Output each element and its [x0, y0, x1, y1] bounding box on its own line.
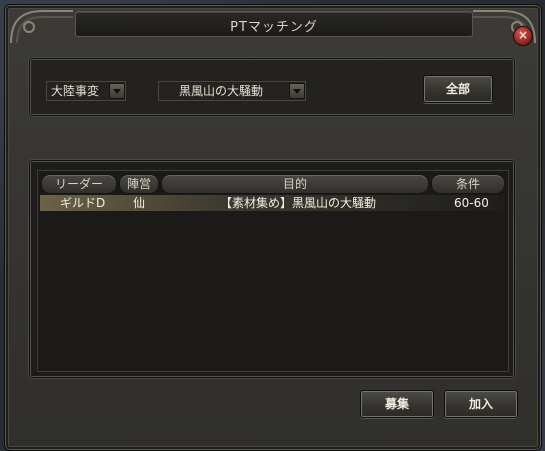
- join-button[interactable]: 加入: [444, 390, 518, 418]
- close-button[interactable]: ×: [513, 26, 533, 46]
- filter-panel: 大陸事変 黒風山の大騒動 全部: [29, 58, 515, 116]
- chevron-down-icon[interactable]: [109, 83, 125, 99]
- column-header-condition[interactable]: 条件: [431, 174, 505, 194]
- area-dropdown[interactable]: 黒風山の大騒動: [158, 81, 306, 101]
- table-row[interactable]: ギルドD 仙 【素材集め】黒風山の大騒動 60-60: [40, 195, 504, 211]
- close-icon: ×: [517, 28, 529, 42]
- region-dropdown[interactable]: 大陸事変: [46, 81, 126, 101]
- row-faction: 仙: [133, 196, 146, 210]
- row-purpose: 【素材集め】黒風山の大騒動: [220, 196, 377, 210]
- column-header-purpose[interactable]: 目的: [161, 174, 429, 194]
- chevron-down-icon[interactable]: [289, 83, 305, 99]
- row-condition: 60-60: [454, 196, 489, 210]
- column-header-faction[interactable]: 陣営: [119, 174, 159, 194]
- column-header-leader[interactable]: リーダー: [41, 174, 117, 194]
- all-button[interactable]: 全部: [423, 75, 493, 103]
- row-leader: ギルドD: [60, 196, 106, 210]
- party-list-panel: リーダー 陣営 目的 条件 ギルドD 仙 【素材集め】黒風山の大騒動 60-60: [29, 160, 515, 378]
- recruit-button[interactable]: 募集: [360, 390, 434, 418]
- region-dropdown-label: 大陸事変: [51, 84, 100, 98]
- corner-ornament-left-icon: [10, 10, 73, 44]
- title-bar[interactable]: PTマッチング: [75, 11, 473, 37]
- area-dropdown-label: 黒風山の大騒動: [179, 84, 264, 98]
- party-list[interactable]: リーダー 陣営 目的 条件 ギルドD 仙 【素材集め】黒風山の大騒動 60-60: [37, 170, 509, 372]
- window-title: PTマッチング: [230, 20, 318, 35]
